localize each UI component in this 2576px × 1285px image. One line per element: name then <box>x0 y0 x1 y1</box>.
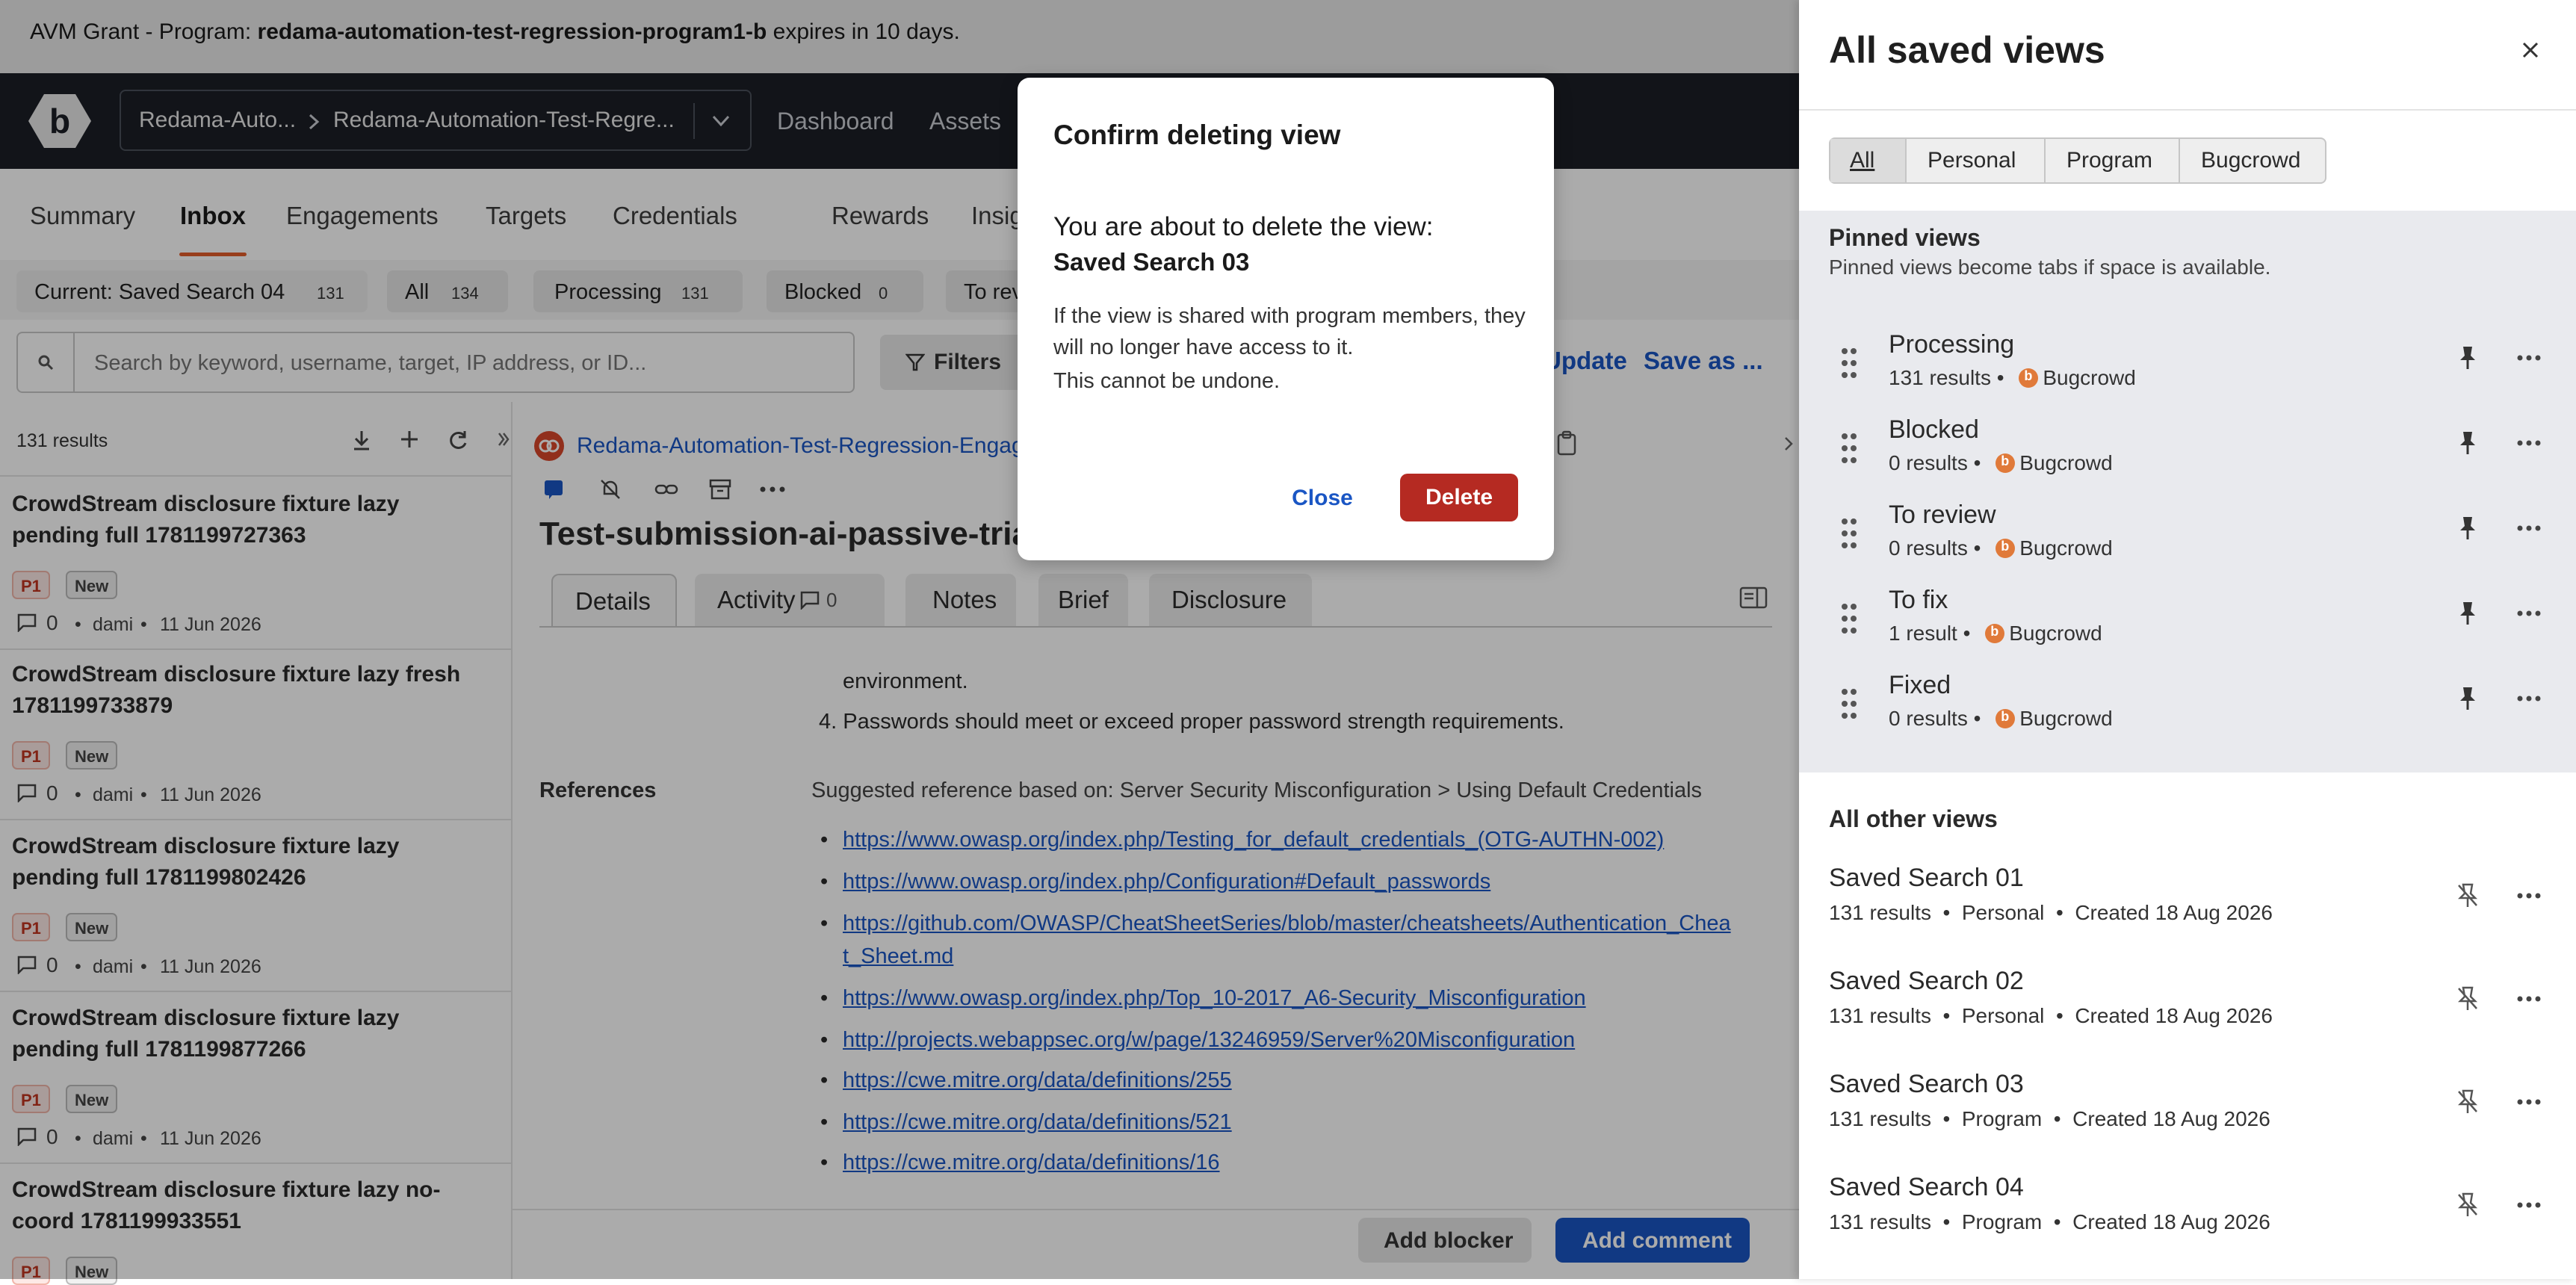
view-meta: 131 results • Bugcrowd <box>1889 366 2136 390</box>
pin-icon[interactable] <box>2456 430 2479 456</box>
pin-icon[interactable] <box>2456 515 2479 541</box>
view-name: Processing <box>1889 330 2015 359</box>
more-icon[interactable] <box>2516 354 2542 362</box>
view-results: 131 results <box>1889 366 1991 389</box>
pin-icon[interactable] <box>2456 686 2479 711</box>
pinned-subtext: Pinned views become tabs if space is ava… <box>1829 256 2271 279</box>
saved-views-drawer: All saved views All Personal Program Bug… <box>1799 0 2576 1279</box>
pin-icon[interactable] <box>2456 345 2479 371</box>
drag-handle-icon[interactable] <box>1839 517 1859 550</box>
view-name: Saved Search 03 <box>1829 1070 2024 1098</box>
view-results: 0 results <box>1889 536 1968 560</box>
view-meta: 0 results • Bugcrowd <box>1889 536 2113 560</box>
confirm-delete-dialog: Confirm deleting view You are about to d… <box>1018 78 1554 560</box>
dialog-view-name: Saved Search 03 <box>1053 248 1250 276</box>
segment-program[interactable]: Program <box>2046 139 2180 182</box>
view-owner: Bugcrowd <box>2043 366 2136 389</box>
dialog-title: Confirm deleting view <box>1053 120 1341 150</box>
view-name: To fix <box>1889 586 1948 614</box>
segment-label: All <box>1850 148 1875 173</box>
view-owner: Bugcrowd <box>2019 536 2113 560</box>
segment-bugcrowd[interactable]: Bugcrowd <box>2180 139 2325 182</box>
view-meta: 0 results • Bugcrowd <box>1889 707 2113 731</box>
view-name: To review <box>1889 501 1996 529</box>
view-name: Saved Search 01 <box>1829 864 2024 892</box>
more-icon[interactable] <box>2516 439 2542 447</box>
segment-label: Personal <box>1928 148 2016 173</box>
more-icon[interactable] <box>2516 1201 2542 1209</box>
unpinned-icon[interactable] <box>2456 1089 2479 1115</box>
drag-handle-icon[interactable] <box>1839 432 1859 465</box>
drag-handle-icon[interactable] <box>1839 602 1859 635</box>
dialog-message: You are about to delete the view: <box>1053 212 1434 241</box>
pin-icon[interactable] <box>2456 601 2479 626</box>
view-meta: 131 results • Program • Created 18 Aug 2… <box>1829 1210 2270 1233</box>
view-name: Fixed <box>1889 671 1951 699</box>
other-views-heading: All other views <box>1829 805 1998 832</box>
view-results: 0 results <box>1889 451 1968 474</box>
view-owner: Bugcrowd <box>2019 451 2113 474</box>
view-filter-segmented-control: All Personal Program Bugcrowd <box>1829 137 2326 184</box>
view-meta: 131 results • Personal • Created 18 Aug … <box>1829 1004 2273 1027</box>
drawer-divider <box>1799 109 2576 111</box>
segment-all[interactable]: All <box>1830 139 1907 182</box>
view-owner: Bugcrowd <box>2019 707 2113 730</box>
more-icon[interactable] <box>2516 610 2542 617</box>
drawer-title: All saved views <box>1829 29 2105 71</box>
segment-label: Program <box>2066 148 2153 173</box>
close-button[interactable]: Close <box>1285 478 1360 518</box>
pinned-heading: Pinned views <box>1829 224 1981 251</box>
segment-label: Bugcrowd <box>2201 148 2301 173</box>
more-icon[interactable] <box>2516 892 2542 900</box>
drag-handle-icon[interactable] <box>1839 687 1859 720</box>
view-name: Saved Search 04 <box>1829 1173 2024 1201</box>
view-owner: Bugcrowd <box>2009 622 2102 645</box>
view-meta: 131 results • Program • Created 18 Aug 2… <box>1829 1107 2270 1130</box>
view-results: 1 result <box>1889 622 1957 645</box>
bugcrowd-icon <box>2019 368 2039 388</box>
view-meta: 131 results • Personal • Created 18 Aug … <box>1829 901 2273 924</box>
more-icon[interactable] <box>2516 995 2542 1003</box>
dialog-irreversible-note: This cannot be undone. <box>1053 369 1281 393</box>
unpinned-icon[interactable] <box>2456 986 2479 1012</box>
view-meta: 0 results • Bugcrowd <box>1889 451 2113 475</box>
view-name: Blocked <box>1889 415 1979 444</box>
view-name: Saved Search 02 <box>1829 967 2024 995</box>
bugcrowd-icon <box>1996 539 2016 558</box>
view-meta: 1 result • Bugcrowd <box>1889 622 2102 645</box>
unpinned-icon[interactable] <box>2456 1192 2479 1218</box>
bugcrowd-icon <box>1985 624 2005 643</box>
close-icon[interactable] <box>2521 40 2540 60</box>
delete-button[interactable]: Delete <box>1400 474 1518 521</box>
dialog-warning: If the view is shared with program membe… <box>1053 304 1526 359</box>
bugcrowd-icon <box>1996 709 2016 728</box>
unpinned-icon[interactable] <box>2456 883 2479 908</box>
more-icon[interactable] <box>2516 1098 2542 1106</box>
drag-handle-icon[interactable] <box>1839 347 1859 380</box>
more-icon[interactable] <box>2516 524 2542 532</box>
segment-personal[interactable]: Personal <box>1907 139 2046 182</box>
more-icon[interactable] <box>2516 695 2542 702</box>
view-results: 0 results <box>1889 707 1968 730</box>
bugcrowd-icon <box>1996 453 2016 473</box>
